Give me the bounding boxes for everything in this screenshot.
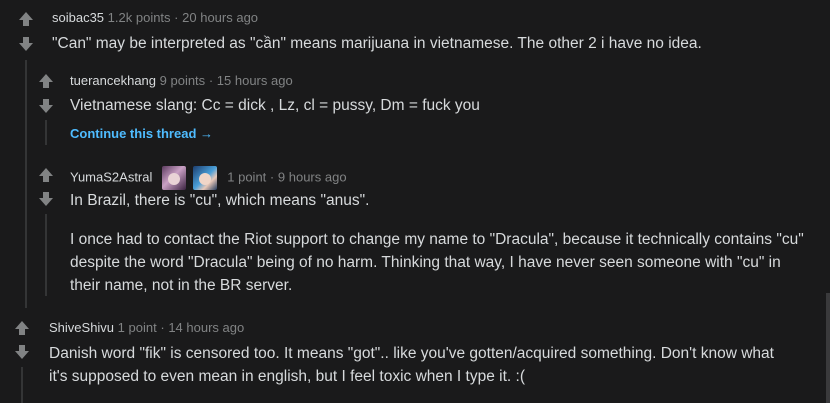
champion-portrait-icon [162,166,186,190]
score: 9 points [159,73,206,88]
comment-meta: YumaS2Astral 1 point · 9 hours ago [70,166,347,190]
comment-meta: soibac35 1.2k points · 20 hours ago [52,9,258,27]
separator: · [174,10,179,25]
score: 1 point [227,169,267,185]
timestamp[interactable]: 20 hours ago [182,10,258,25]
comment-meta: ShiveShivu 1 point · 14 hours ago [49,319,244,337]
user-flair [162,166,220,190]
thread-collapse-line[interactable] [45,120,47,145]
thread-collapse-line[interactable] [45,214,47,296]
downvote-arrow-icon[interactable] [17,35,35,53]
timestamp[interactable]: 15 hours ago [217,73,293,88]
scrollbar[interactable] [826,293,830,403]
separator: · [160,320,165,335]
continue-thread-label: Continue this thread [70,126,197,141]
score: 1.2k points [107,10,171,25]
separator: · [208,73,214,88]
upvote-arrow-icon[interactable] [37,72,55,90]
separator: · [269,169,275,185]
author-link[interactable]: YumaS2Astral [70,169,152,184]
continue-thread-link[interactable]: Continue this thread → [70,126,213,141]
timestamp[interactable]: 14 hours ago [168,320,244,335]
comment-paragraph: I once had to contact the Riot support t… [70,231,804,294]
champion-portrait-icon [192,166,217,190]
author-link[interactable]: ShiveShivu [49,320,114,335]
comment-body: Danish word "fik" is censored too. It me… [49,342,789,388]
arrow-right-icon: → [200,126,214,141]
timestamp[interactable]: 9 hours ago [278,169,347,184]
thread-collapse-line[interactable] [21,367,23,403]
upvote-arrow-icon[interactable] [17,10,35,28]
upvote-arrow-icon[interactable] [37,166,55,184]
downvote-arrow-icon[interactable] [13,343,31,361]
comment-paragraph: Vietnamese slang: Cc = dick , Lz, cl = p… [70,97,480,114]
comment-body: "Can" may be interpreted as "cần" means … [52,32,812,55]
comment-paragraph: "Can" may be interpreted as "cần" means … [52,35,702,52]
author-link[interactable]: tuerancekhang [70,73,156,88]
downvote-arrow-icon[interactable] [37,190,55,208]
comment-body: Vietnamese slang: Cc = dick , Lz, cl = p… [70,94,810,117]
comment-paragraph: Danish word "fik" is censored too. It me… [49,345,774,385]
thread-collapse-line[interactable] [25,60,27,308]
comment-body: In Brazil, there is "cu", which means "a… [70,189,810,297]
comment-paragraph: In Brazil, there is "cu", which means "a… [70,192,370,209]
author-link[interactable]: soibac35 [52,10,104,25]
comment-meta: tuerancekhang 9 points · 15 hours ago [70,72,293,90]
score: 1 point [117,320,157,335]
downvote-arrow-icon[interactable] [37,97,55,115]
upvote-arrow-icon[interactable] [13,319,31,337]
